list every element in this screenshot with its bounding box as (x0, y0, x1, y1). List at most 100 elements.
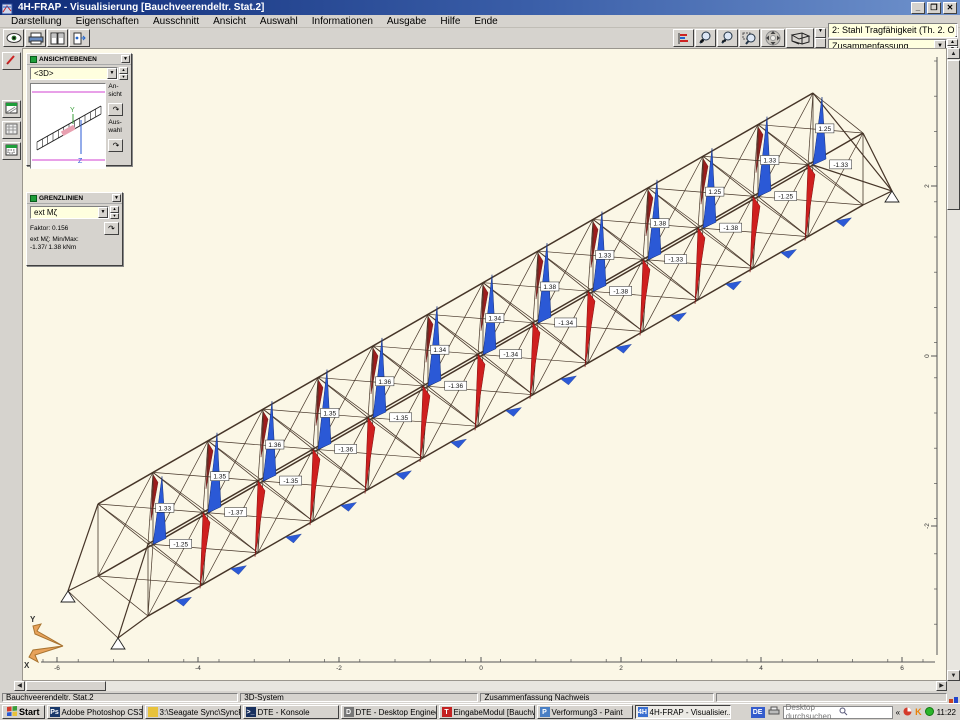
menu-item-informationen[interactable]: Informationen (305, 16, 380, 27)
moment-value-label: -1.35 (393, 415, 408, 422)
taskbar-button-folder[interactable]: 3:\Seagate Sync\SyncRe... (145, 705, 241, 719)
moment-fin-red (530, 323, 540, 399)
start-button[interactable]: Start (2, 705, 45, 719)
view-mode-combobox[interactable]: <3D> ▼ (30, 67, 118, 80)
tray-expand-icon[interactable]: « (896, 708, 900, 717)
window-hatch-icon (5, 102, 18, 117)
view-mode-value: <3D> (34, 69, 54, 78)
menu-item-ausschnitt[interactable]: Ausschnitt (146, 16, 206, 27)
status-bar: Bauchveerendeltr. Stat.23D-SystemZusamme… (0, 692, 960, 703)
chevron-down-icon[interactable]: ▼ (98, 207, 108, 218)
zoom-in-button[interactable] (695, 29, 716, 47)
moment-value-label: -1.33 (833, 162, 848, 169)
search-icon[interactable] (839, 707, 890, 718)
window-select-button[interactable] (2, 142, 21, 160)
pan-button[interactable] (761, 29, 785, 47)
scroll-up-icon[interactable]: ▲ (947, 48, 960, 59)
menu-item-hilfe[interactable]: Hilfe (433, 16, 467, 27)
status-tray-icon[interactable] (925, 703, 934, 720)
vertical-scrollbar[interactable]: ▲ ▼ (947, 48, 960, 681)
refresh-button[interactable]: ↷ (104, 222, 119, 235)
taskbar-clock[interactable]: 11:22 (937, 708, 956, 717)
scroll-left-icon[interactable]: ◀ (14, 681, 25, 691)
palette-collapse-icon[interactable]: ▼ (121, 55, 130, 63)
horizontal-scrollbar[interactable]: ◀ ▶ (14, 681, 947, 691)
preview-axis-y-label: Y (70, 107, 75, 114)
moment-value-label: -1.36 (338, 446, 353, 453)
scroll-down-icon[interactable]: ▼ (947, 670, 960, 681)
taskbar-button-photoshop[interactable]: PsAdobe Photoshop CS3 E... (47, 705, 143, 719)
result-type-combobox[interactable]: ext Mζ ▼ (30, 206, 109, 219)
taskbar-button-console[interactable]: >_DTE - Konsole (243, 705, 339, 719)
auswahl-button[interactable]: ↷ (108, 139, 123, 152)
menu-item-darstellung[interactable]: Darstellung (4, 16, 69, 27)
moment-value-label: -1.33 (668, 257, 683, 264)
view-3d-spinner[interactable]: ▼ (815, 28, 826, 48)
scroll-right-icon[interactable]: ▶ (936, 681, 947, 691)
ruler-x-label: -4 (195, 665, 201, 672)
zoom-window-button[interactable] (739, 29, 760, 47)
legend-button[interactable] (673, 29, 694, 47)
taskbar-button-label: DTE - Konsole (258, 708, 310, 717)
taskbar-button-dte[interactable]: DDTE - Desktop Engineeri... (341, 705, 437, 719)
taskbar-button-label: 4H-FRAP - Visualisier... (650, 708, 731, 717)
limit-lines-palette: GRENZLINIEN ▼ ext Mζ ▼ ▲▼ Faktor: 0.156 … (26, 192, 123, 266)
kaspersky-tray-icon[interactable]: K (915, 707, 922, 717)
printer-tray-icon[interactable] (768, 703, 780, 720)
drawing-canvas[interactable]: 1.33-1.251.35-1.371.36-1.351.35-1.361.36… (22, 48, 947, 681)
palette-title-bar[interactable]: ANSICHT/EBENEN ▼ (27, 54, 131, 65)
palette-title-bar[interactable]: GRENZLINIEN ▼ (27, 193, 122, 204)
restore-button[interactable]: ❐ (927, 2, 941, 14)
view-mode-spinner[interactable]: ▲▼ (119, 67, 128, 80)
palette-collapse-icon[interactable]: ▼ (112, 194, 121, 202)
grid-tool-button[interactable] (2, 121, 21, 139)
menu-item-ende[interactable]: Ende (467, 16, 504, 27)
print-button[interactable] (25, 29, 46, 47)
truss-member (98, 504, 148, 544)
model-preview[interactable]: YZ (30, 83, 106, 169)
vscroll-thumb[interactable] (947, 60, 960, 210)
menu-item-ausgabe[interactable]: Ausgabe (380, 16, 433, 27)
view-eye-button[interactable] (3, 29, 24, 47)
menu-item-ansicht[interactable]: Ansicht (206, 16, 253, 27)
minmax-value: -1.37/ 1.38 kNm (27, 244, 122, 252)
toolbar: ▼ 2: Stahl Tragfähigkeit (Th. 2. O ▼ Zus… (0, 28, 960, 48)
window-hatch-button[interactable] (2, 100, 21, 118)
zoom-out-button[interactable] (717, 29, 738, 47)
ansicht-button[interactable]: ↷ (108, 103, 123, 116)
exit-button[interactable] (69, 29, 90, 47)
desktop-search-input[interactable]: Desktop durchsuchen (783, 706, 893, 719)
menu-item-auswahl[interactable]: Auswahl (253, 16, 305, 27)
truss-member (813, 165, 892, 191)
taskbar-button-eingabe[interactable]: TEingabeModul [Bauchvee... (439, 705, 535, 719)
tray-app-icon[interactable] (903, 703, 912, 720)
menu-item-eigenschaften[interactable]: Eigenschaften (69, 16, 146, 27)
moment-fin-red (750, 196, 760, 272)
grid-icon (5, 123, 18, 138)
taskbar-button-label: 3:\Seagate Sync\SyncRe... (160, 708, 241, 717)
moment-value-label: 1.34 (433, 347, 446, 354)
moment-value-label: 1.38 (543, 284, 556, 291)
loadcase-combobox[interactable]: 2: Stahl Tragfähigkeit (Th. 2. O ▼ (828, 23, 958, 38)
keyboard-layout-badge[interactable]: DE (751, 707, 765, 718)
truss-member (318, 450, 368, 490)
result-type-spinner[interactable]: ▲▼ (110, 206, 119, 219)
draw-tool-button[interactable] (2, 52, 21, 70)
window-select-icon (5, 144, 18, 159)
minimize-button[interactable]: _ (911, 2, 925, 14)
zoom-in-icon (698, 31, 713, 45)
close-button[interactable]: ✕ (943, 2, 957, 14)
zoom-window-icon (742, 31, 757, 45)
taskbar-button-paint[interactable]: PVerformung3 - Paint (537, 705, 633, 719)
taskbar-button-frap[interactable]: 4H4H-FRAP - Visualisier... (635, 705, 731, 719)
chevron-down-icon[interactable]: ▼ (107, 68, 117, 79)
moment-value-label: -1.38 (613, 288, 628, 295)
pages-button[interactable] (47, 29, 68, 47)
moment-value-label: 1.33 (158, 505, 171, 512)
chevron-down-icon[interactable]: ▼ (955, 24, 958, 37)
hscroll-thumb[interactable] (26, 681, 106, 691)
ruler-x-label: -6 (54, 665, 60, 672)
view-3d-button[interactable] (786, 28, 814, 48)
truss-member (758, 197, 808, 237)
status-field-3 (716, 693, 947, 702)
